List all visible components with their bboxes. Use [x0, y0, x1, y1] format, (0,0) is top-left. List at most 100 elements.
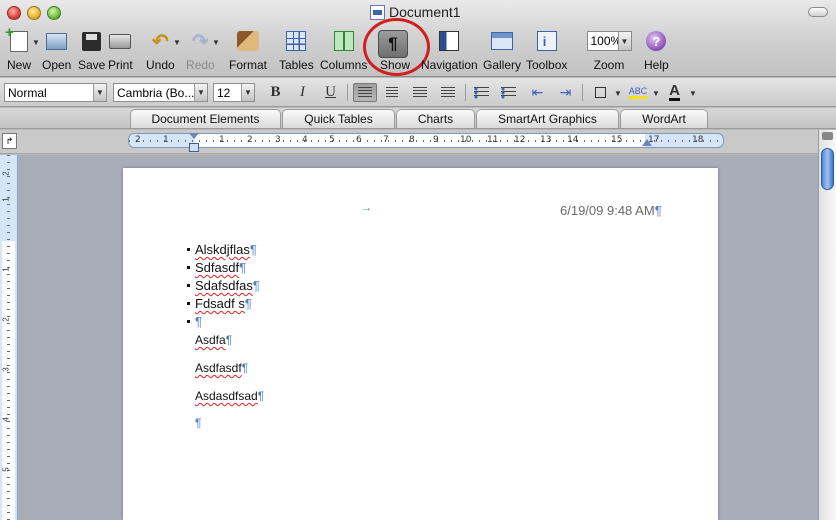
columns-button[interactable]: Columns	[320, 29, 367, 75]
increase-indent-icon: ⇥	[559, 84, 572, 100]
tab-wordart[interactable]: WordArt	[620, 109, 708, 128]
list-item-text: Sdfasdf	[195, 260, 240, 275]
scrollbar-thumb[interactable]	[821, 148, 834, 190]
ruler-number: 7	[383, 135, 389, 145]
open-button[interactable]: Open	[42, 29, 71, 75]
undo-button[interactable]: ↶ Undo	[146, 29, 175, 75]
align-right-button[interactable]	[409, 83, 430, 102]
font-color-button[interactable]: A	[664, 83, 685, 102]
highlight-dropdown-arrow-icon[interactable]: ▼	[652, 89, 660, 98]
align-right-icon	[412, 87, 427, 98]
new-dropdown-arrow-icon[interactable]: ▼	[32, 38, 40, 47]
font-size-dropdown-arrow-icon[interactable]: ▼	[241, 84, 254, 101]
print-button[interactable]: Print	[108, 29, 133, 75]
font-select[interactable]: Cambria (Bo... ▼	[113, 83, 208, 102]
toolbar-toggle-button[interactable]	[808, 7, 828, 17]
borders-icon	[595, 87, 606, 98]
bulleted-list-button[interactable]	[498, 83, 519, 102]
horizontal-ruler[interactable]: 2 1 1 2 3 4 5 6 7 8 9 10 11 12 13 14 15 …	[128, 133, 724, 148]
ruler-number: 1	[163, 135, 169, 145]
minimize-window-button[interactable]	[27, 6, 41, 20]
borders-button[interactable]	[590, 83, 611, 102]
decrease-indent-button[interactable]: ⇤	[527, 83, 548, 102]
bullet-icon	[187, 320, 190, 323]
navigation-button[interactable]: Navigation	[421, 29, 478, 75]
style-select[interactable]: Normal ▼	[4, 83, 107, 102]
pilcrow-mark: ¶	[654, 203, 662, 218]
columns-icon	[333, 31, 354, 51]
ruler-number: 15	[611, 135, 623, 145]
tab-stop-selector[interactable]: ↱	[2, 133, 17, 149]
numbered-list-button[interactable]	[471, 83, 492, 102]
font-dropdown-arrow-icon[interactable]: ▼	[194, 84, 207, 101]
toolbox-button[interactable]: Toolbox	[526, 29, 567, 75]
paragraph[interactable]: ¶	[195, 416, 201, 430]
list-item[interactable]: Sdafsdfas ¶	[187, 278, 260, 293]
font-value: Cambria (Bo...	[117, 85, 195, 100]
zoom-field[interactable]: 100% ▼	[586, 31, 632, 51]
help-label: Help	[644, 58, 669, 72]
vertical-scrollbar[interactable]	[818, 130, 836, 520]
align-center-button[interactable]	[381, 83, 402, 102]
paragraph[interactable]: Asdfa¶	[195, 333, 232, 347]
navigation-pane-icon	[439, 31, 460, 51]
document-page[interactable]: → 6/19/09 9:48 AM¶ Alskdjflas ¶ Sdfasdf ¶ …	[123, 168, 718, 520]
zoom-window-button[interactable]	[47, 6, 61, 20]
table-grid-icon	[286, 31, 307, 51]
list-item[interactable]: ¶	[187, 314, 202, 329]
vertical-ruler[interactable]: 2 1 1 2 3 4 5	[0, 155, 18, 520]
bullet-icon	[187, 284, 190, 287]
align-left-icon	[358, 87, 372, 98]
pilcrow-mark: ¶	[239, 260, 247, 275]
paragraph[interactable]: Asdfasdf¶	[195, 361, 248, 375]
left-indent-marker[interactable]	[189, 143, 199, 152]
paragraph[interactable]: Asdasdfsad¶	[195, 389, 264, 403]
list-item[interactable]: Fdsadf s ¶	[187, 296, 252, 311]
tab-charts[interactable]: Charts	[396, 109, 475, 128]
header-date[interactable]: 6/19/09 9:48 AM¶	[560, 203, 662, 218]
font-color-icon: A	[669, 82, 680, 101]
redo-dropdown-arrow-icon[interactable]: ▼	[212, 38, 220, 47]
align-left-button[interactable]	[353, 83, 377, 102]
tables-button[interactable]: Tables	[279, 29, 314, 75]
help-button[interactable]: ? Help	[644, 29, 669, 75]
underline-button[interactable]: U	[320, 83, 341, 102]
zoom-control[interactable]: 100% ▼ Zoom	[585, 29, 633, 75]
gallery-button[interactable]: Gallery	[483, 29, 521, 75]
undo-label: Undo	[146, 58, 175, 72]
increase-indent-button[interactable]: ⇥	[555, 83, 576, 102]
highlight-button[interactable]: ABC	[626, 83, 650, 102]
new-label: New	[7, 58, 32, 72]
new-button[interactable]: New	[5, 24, 32, 75]
save-button[interactable]: Save	[78, 29, 105, 75]
bullet-icon	[187, 248, 190, 251]
borders-dropdown-arrow-icon[interactable]: ▼	[614, 89, 622, 98]
ruler-number: 9	[433, 135, 439, 145]
bold-button[interactable]: B	[265, 83, 286, 102]
close-window-button[interactable]	[7, 6, 21, 20]
vertical-ruler-ticks	[7, 155, 10, 520]
ruler-number: 13	[540, 135, 552, 145]
format-button[interactable]: Format	[229, 29, 267, 75]
window-title-area: Document1	[370, 4, 461, 20]
font-size-select[interactable]: 12 ▼	[213, 83, 255, 102]
zoom-dropdown-arrow-icon[interactable]: ▼	[617, 32, 631, 50]
pilcrow-mark: ¶	[252, 278, 260, 293]
font-color-dropdown-arrow-icon[interactable]: ▼	[689, 89, 697, 98]
split-handle[interactable]	[822, 132, 833, 140]
ruler-number: 8	[409, 135, 415, 145]
list-item[interactable]: Alskdjflas ¶	[187, 242, 257, 257]
undo-dropdown-arrow-icon[interactable]: ▼	[173, 38, 181, 47]
style-dropdown-arrow-icon[interactable]: ▼	[93, 84, 106, 101]
italic-button[interactable]: I	[292, 83, 313, 102]
redo-button[interactable]: ↷ Redo	[186, 29, 215, 75]
tab-quick-tables[interactable]: Quick Tables	[282, 109, 395, 128]
tab-smartart-graphics[interactable]: SmartArt Graphics	[476, 109, 619, 128]
justify-button[interactable]	[437, 83, 458, 102]
tab-document-elements[interactable]: Document Elements	[130, 109, 281, 128]
list-item[interactable]: Sdfasdf ¶	[187, 260, 246, 275]
ruler-number: 10	[460, 135, 472, 145]
ruler-number: 11	[487, 135, 499, 145]
first-line-indent-marker[interactable]	[189, 133, 199, 139]
right-indent-marker[interactable]	[642, 139, 652, 146]
